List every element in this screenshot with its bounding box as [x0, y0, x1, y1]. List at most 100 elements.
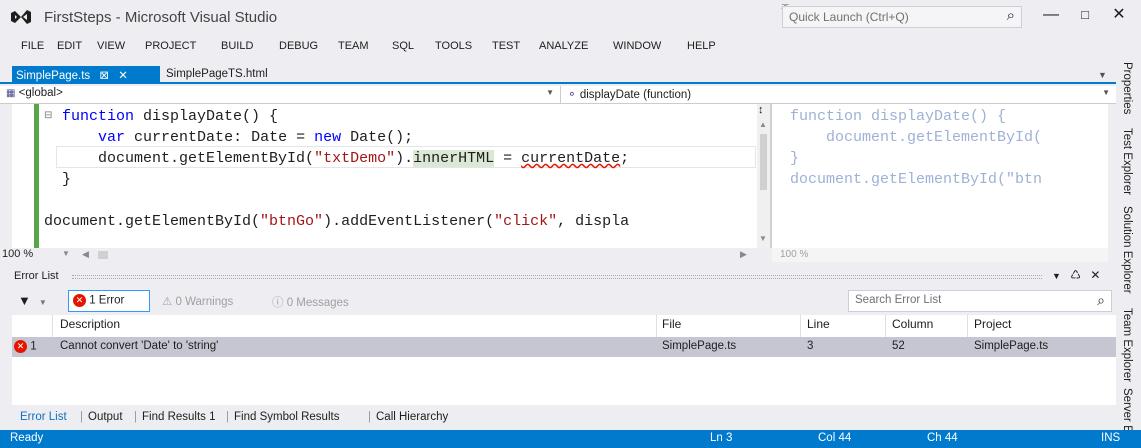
filter-funnel-icon[interactable]: ▼ ▼: [18, 293, 47, 308]
scroll-left-icon[interactable]: ◀: [82, 249, 89, 260]
scroll-down-icon[interactable]: ▼: [759, 234, 767, 243]
menu-test[interactable]: TEST: [492, 40, 520, 52]
document-tab-row: SimplePage.ts ⊠ ✕ SimplePageTS.html ▼: [0, 58, 1116, 84]
scope-dropdown[interactable]: ▦ <global> ▼: [0, 86, 561, 104]
member-value: displayDate (function): [579, 89, 692, 101]
scroll-thumb[interactable]: [760, 134, 767, 190]
error-list-header: Error List ▼ ♺ ✕: [12, 268, 1116, 284]
tab-simplepagets-html[interactable]: SimplePageTS.html: [162, 66, 302, 84]
status-char: Ch 44: [927, 432, 958, 444]
tab-find-results-1[interactable]: Find Results 1: [142, 411, 216, 423]
col-column[interactable]: Column: [892, 317, 933, 331]
menu-help[interactable]: HELP: [687, 40, 716, 52]
menu-file[interactable]: FILE: [21, 40, 44, 52]
side-tab-team-explorer[interactable]: Team Explorer: [1121, 308, 1133, 382]
warnings-count: 0 Warnings: [175, 296, 234, 308]
side-tab-server-explorer[interactable]: Server E: [1121, 388, 1133, 433]
side-tab-properties[interactable]: Properties: [1121, 62, 1133, 114]
editor-horizontal-scrollbar[interactable]: ▼ ◀ ▶: [12, 248, 772, 262]
scroll-right-icon[interactable]: ▶: [740, 249, 747, 260]
scope-icon: ▦: [6, 88, 16, 99]
drag-grip[interactable]: [72, 275, 1042, 279]
status-column: Col 44: [818, 432, 852, 444]
scroll-up-icon[interactable]: ▲: [759, 120, 767, 129]
menu-view[interactable]: VIEW: [97, 40, 125, 52]
zoom-dropdown-icon[interactable]: ▼: [62, 249, 70, 258]
messages-count: 0 Messages: [286, 297, 349, 309]
warnings-filter-button[interactable]: ⚠ 0 Warnings: [158, 290, 258, 312]
close-tab-icon[interactable]: ✕: [118, 70, 128, 82]
messages-filter-button[interactable]: ⓘ 0 Messages: [268, 290, 388, 312]
menu-tools[interactable]: TOOLS: [435, 40, 472, 52]
tab-output[interactable]: Output: [88, 411, 123, 423]
errors-count: 1 Error: [89, 294, 125, 307]
preview-horizontal-scrollbar[interactable]: [772, 248, 1108, 262]
status-bar: Ready Ln 3 Col 44 Ch 44 INS: [0, 430, 1141, 448]
change-indicator: [34, 104, 39, 248]
side-tab-solution-explorer[interactable]: Solution Explorer: [1121, 206, 1133, 294]
table-row[interactable]: ✕ 1 Cannot convert 'Date' to 'string' Si…: [12, 337, 1116, 357]
status-ready: Ready: [10, 432, 44, 444]
dropdown-icon[interactable]: ▼: [1052, 271, 1061, 281]
split-icon[interactable]: ↕: [758, 104, 764, 116]
pin-icon[interactable]: ⊠: [99, 70, 109, 82]
code-line-3: document.getElementById("txtDemo").inner…: [62, 150, 630, 167]
quick-launch-input[interactable]: Quick Launch (Ctrl+Q) ⌕: [782, 6, 1022, 28]
scope-value: <global>: [18, 87, 63, 99]
title-bar: FirstSteps - Microsoft Visual Studio ⎏ Q…: [0, 0, 1141, 30]
row-column: 52: [892, 340, 905, 352]
menu-sql[interactable]: SQL: [392, 40, 414, 52]
error-icon: ✕: [14, 340, 27, 353]
chevron-down-icon: ▼: [1102, 88, 1110, 97]
menu-debug[interactable]: DEBUG: [279, 40, 318, 52]
member-dropdown[interactable]: ⚬ displayDate (function) ▼: [561, 86, 1116, 104]
col-file[interactable]: File: [662, 317, 681, 331]
menu-analyze[interactable]: ANALYZE: [539, 40, 588, 52]
tab-error-list[interactable]: Error List: [20, 411, 67, 423]
menu-project[interactable]: PROJECT: [145, 40, 196, 52]
menu-build[interactable]: BUILD: [221, 40, 253, 52]
menu-team[interactable]: TEAM: [338, 40, 369, 52]
error-list-toolbar: ▼ ▼ ✕ 1 Error ⚠ 0 Warnings ⓘ 0 Messages S…: [12, 288, 1116, 314]
search-icon: ⌕: [1006, 7, 1015, 24]
code-line-1: function displayDate() {: [62, 108, 279, 125]
tab-simplepage-ts[interactable]: SimplePage.ts ⊠ ✕: [12, 66, 160, 84]
close-icon[interactable]: ✕: [1090, 268, 1100, 282]
row-number: 1: [30, 340, 37, 353]
hscroll-thumb[interactable]: [98, 251, 108, 259]
row-project: SimplePage.ts: [974, 340, 1049, 352]
search-icon: ⌕: [1097, 292, 1105, 308]
js-preview-code: function displayDate() { document.getEle…: [790, 108, 1043, 188]
search-error-list-input[interactable]: Search Error List ⌕: [848, 290, 1112, 312]
row-line: 3: [807, 340, 814, 352]
tab-call-hierarchy[interactable]: Call Hierarchy: [376, 411, 448, 423]
col-description[interactable]: Description: [60, 317, 120, 331]
menu-edit[interactable]: EDIT: [57, 40, 82, 52]
tab-label: SimplePage.ts: [16, 70, 91, 82]
maximize-button[interactable]: □: [1072, 4, 1098, 26]
zoom-level[interactable]: 100 %: [0, 248, 60, 260]
errors-filter-button[interactable]: ✕ 1 Error: [68, 290, 150, 312]
code-text[interactable]: function displayDate() { var currentDate…: [44, 106, 757, 246]
tab-dropdown-icon[interactable]: ▼: [1098, 70, 1107, 80]
side-tab-test-explorer[interactable]: Test Explorer: [1121, 128, 1133, 195]
col-line[interactable]: Line: [807, 317, 830, 331]
code-line-2: var currentDate: Date = new Date();: [98, 129, 414, 146]
tab-label: SimplePageTS.html: [166, 68, 268, 80]
pin-icon[interactable]: ♺: [1070, 268, 1081, 282]
status-insert-mode: INS: [1101, 432, 1121, 444]
editor-vertical-scrollbar[interactable]: ↕ ▲ ▼: [757, 104, 770, 248]
close-button[interactable]: ✕: [1106, 4, 1132, 26]
preview-zoom-level[interactable]: 100 %: [780, 249, 808, 260]
right-dock-tabs: Properties Test Explorer Solution Explor…: [1116, 58, 1141, 433]
tool-window-tabs: Error List | Output | Find Results 1 | F…: [12, 405, 1116, 430]
error-squiggle: currentDate: [521, 150, 621, 167]
minimize-button[interactable]: —: [1038, 4, 1064, 26]
menu-window[interactable]: WINDOW: [613, 40, 661, 52]
navigation-bar: ▦ <global> ▼ ⚬ displayDate (function) ▼: [0, 86, 1116, 104]
error-list-grid: Description File Line Column Project ✕ 1…: [12, 315, 1116, 405]
warning-icon: ⚠: [162, 296, 173, 308]
tab-find-symbol-results[interactable]: Find Symbol Results: [234, 411, 339, 423]
col-project[interactable]: Project: [974, 317, 1011, 331]
